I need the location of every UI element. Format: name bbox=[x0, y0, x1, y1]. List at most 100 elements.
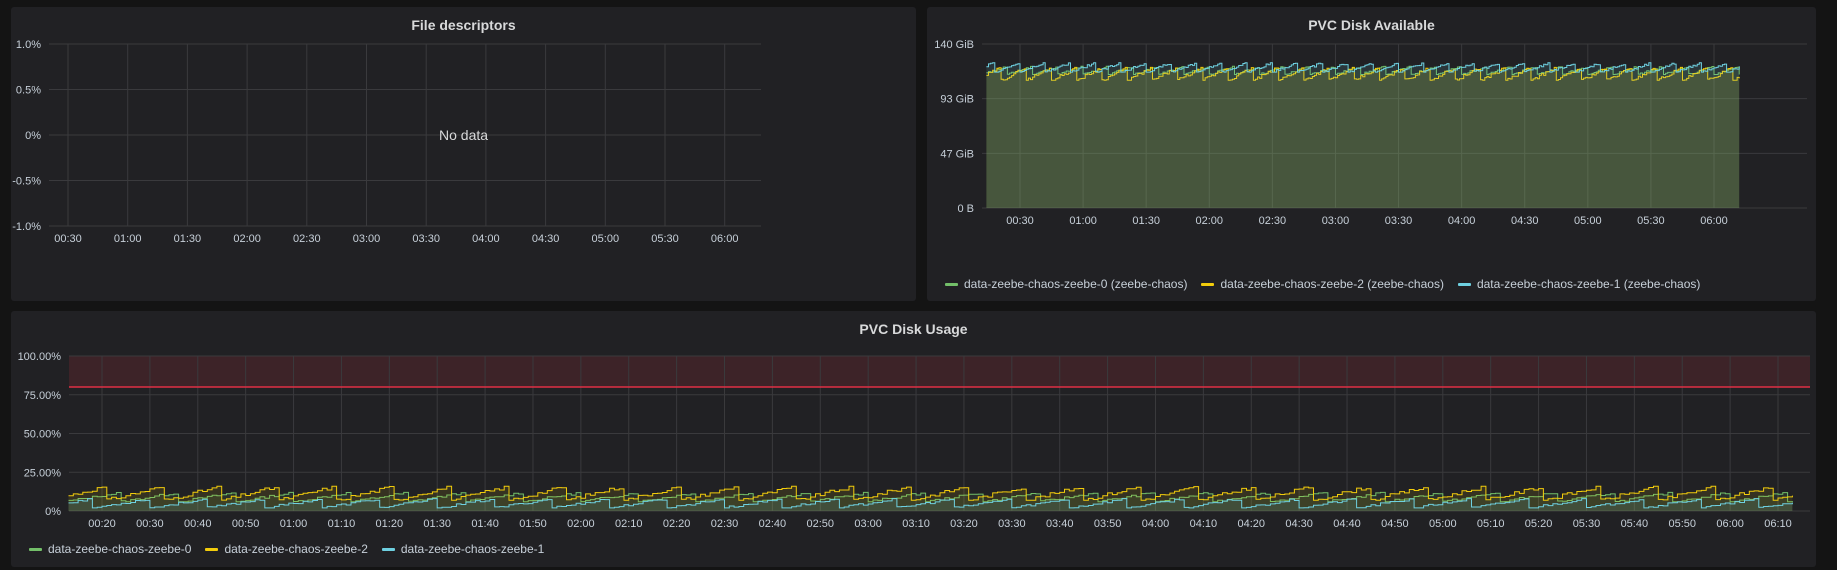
y-tick-label: 0% bbox=[45, 506, 61, 518]
threshold-band bbox=[69, 356, 1810, 387]
legend-label: data-zeebe-chaos-zeebe-0 bbox=[48, 542, 192, 556]
y-tick-label: -0.5% bbox=[12, 176, 41, 188]
x-tick-label: 03:00 bbox=[1322, 215, 1350, 227]
x-tick-label: 02:50 bbox=[807, 518, 835, 530]
x-tick-label: 06:00 bbox=[1700, 215, 1728, 227]
x-tick-label: 01:00 bbox=[114, 233, 142, 245]
legend-item[interactable]: data-zeebe-chaos-zeebe-2 bbox=[205, 542, 368, 556]
x-tick-label: 03:00 bbox=[854, 518, 882, 530]
x-tick-label: 01:30 bbox=[1132, 215, 1160, 227]
pvc-disk-usage-chart[interactable]: 100.00% 75.00% 50.00% 25.00% 0% 00:20 00:30 00:… bbox=[11, 311, 1816, 567]
x-tick-label: 02:00 bbox=[567, 518, 595, 530]
legend-swatch bbox=[29, 547, 42, 551]
x-tick-label: 02:20 bbox=[663, 518, 691, 530]
x-tick-label: 02:30 bbox=[1259, 215, 1287, 227]
legend-swatch bbox=[1201, 282, 1215, 286]
legend-swatch bbox=[381, 547, 395, 551]
x-tick-label: 00:30 bbox=[1006, 215, 1034, 227]
x-tick-label: 04:30 bbox=[532, 233, 560, 245]
x-tick-label: 04:10 bbox=[1190, 518, 1218, 530]
x-tick-label: 05:50 bbox=[1668, 518, 1696, 530]
x-tick-label: 00:30 bbox=[136, 518, 164, 530]
y-tick-label: 140 GiB bbox=[934, 39, 974, 51]
y-tick-label: 93 GiB bbox=[940, 94, 974, 106]
x-tick-label: 01:00 bbox=[280, 518, 308, 530]
x-tick-label: 02:30 bbox=[293, 233, 321, 245]
x-tick-label: 03:30 bbox=[412, 233, 440, 245]
y-tick-label: 0% bbox=[25, 130, 41, 142]
x-tick-label: 01:10 bbox=[328, 518, 356, 530]
x-tick-label: 04:20 bbox=[1237, 518, 1265, 530]
legend-swatch bbox=[1457, 282, 1471, 286]
x-tick-label: 05:00 bbox=[592, 233, 620, 245]
x-tick-label: 04:00 bbox=[1448, 215, 1476, 227]
y-tick-label: 50.00% bbox=[24, 429, 62, 441]
x-tick-label: 03:30 bbox=[998, 518, 1026, 530]
x-tick-label: 05:40 bbox=[1621, 518, 1649, 530]
no-data-message: No data bbox=[439, 127, 489, 143]
x-tick-label: 06:00 bbox=[1716, 518, 1744, 530]
x-tick-label: 04:50 bbox=[1381, 518, 1409, 530]
x-tick-label: 04:40 bbox=[1333, 518, 1361, 530]
x-tick-label: 04:30 bbox=[1285, 518, 1313, 530]
legend-item[interactable]: data-zeebe-chaos-zeebe-0 (zeebe-chaos) bbox=[945, 277, 1187, 291]
legend-swatch bbox=[945, 282, 958, 286]
legend-label: data-zeebe-chaos-zeebe-2 bbox=[224, 542, 368, 556]
pvc-disk-available-panel: PVC Disk Available 140 GiB 93 GiB 47 GiB 0 … bbox=[927, 7, 1816, 301]
x-tick-label: 03:30 bbox=[1385, 215, 1413, 227]
x-tick-label: 00:50 bbox=[232, 518, 260, 530]
x-tick-label: 00:40 bbox=[184, 518, 212, 530]
x-tick-label: 02:40 bbox=[759, 518, 787, 530]
x-tick-label: 03:20 bbox=[950, 518, 978, 530]
x-tick-label: 01:50 bbox=[519, 518, 547, 530]
x-tick-label: 03:50 bbox=[1094, 518, 1122, 530]
y-tick-label: 1.0% bbox=[16, 39, 41, 51]
x-tick-label: 04:30 bbox=[1511, 215, 1539, 227]
y-tick-label: 0.5% bbox=[16, 85, 41, 97]
x-tick-label: 05:30 bbox=[1637, 215, 1665, 227]
series-area bbox=[986, 62, 1740, 209]
file-descriptors-chart[interactable]: 1.0% 0.5% 0% -0.5% -1.0% 00:30 01:00 01:30 02:00… bbox=[11, 7, 916, 301]
legend-item[interactable]: data-zeebe-chaos-zeebe-0 bbox=[29, 542, 191, 556]
y-tick-label: 100.00% bbox=[18, 351, 62, 363]
pvc-disk-available-chart[interactable]: 140 GiB 93 GiB 47 GiB 0 B 00:30 01:00 01:30 02:… bbox=[927, 7, 1816, 301]
x-tick-label: 05:30 bbox=[651, 233, 679, 245]
x-tick-label: 02:00 bbox=[1196, 215, 1224, 227]
y-tick-label: 25.00% bbox=[24, 467, 62, 479]
y-tick-label: 47 GiB bbox=[940, 148, 974, 160]
y-tick-label: 75.00% bbox=[24, 390, 62, 402]
x-tick-label: 04:00 bbox=[1142, 518, 1170, 530]
legend-item[interactable]: data-zeebe-chaos-zeebe-1 bbox=[381, 542, 545, 556]
legend: data-zeebe-chaos-zeebe-0 (zeebe-chaos) da… bbox=[945, 277, 1700, 291]
legend-item[interactable]: data-zeebe-chaos-zeebe-2 (zeebe-chaos) bbox=[1201, 277, 1444, 291]
x-tick-label: 03:10 bbox=[902, 518, 930, 530]
file-descriptors-panel: File descriptors 1.0% 0.5% 0% -0.5% -1.0% 00:… bbox=[11, 7, 916, 301]
legend: data-zeebe-chaos-zeebe-0 data-zeebe-chaos… bbox=[29, 542, 544, 556]
x-tick-label: 05:00 bbox=[1429, 518, 1457, 530]
x-tick-label: 06:10 bbox=[1764, 518, 1792, 530]
x-tick-label: 01:30 bbox=[174, 233, 202, 245]
legend-item[interactable]: data-zeebe-chaos-zeebe-1 (zeebe-chaos) bbox=[1457, 277, 1701, 291]
x-tick-label: 06:00 bbox=[711, 233, 739, 245]
x-tick-label: 05:00 bbox=[1574, 215, 1602, 227]
x-tick-label: 01:20 bbox=[376, 518, 404, 530]
x-tick-label: 03:40 bbox=[1046, 518, 1074, 530]
x-tick-label: 05:30 bbox=[1573, 518, 1601, 530]
x-tick-label: 00:20 bbox=[88, 518, 116, 530]
pvc-disk-usage-panel: PVC Disk Usage 100.00% 75.00% 50.00% 25.00%… bbox=[11, 311, 1816, 567]
x-tick-label: 01:30 bbox=[423, 518, 451, 530]
x-tick-label: 04:00 bbox=[472, 233, 500, 245]
legend-swatch bbox=[205, 547, 219, 551]
legend-label: data-zeebe-chaos-zeebe-1 (zeebe-chaos) bbox=[1476, 277, 1701, 291]
x-tick-label: 05:10 bbox=[1477, 518, 1505, 530]
x-tick-label: 00:30 bbox=[54, 233, 82, 245]
legend-label: data-zeebe-chaos-zeebe-2 (zeebe-chaos) bbox=[1220, 277, 1444, 291]
x-tick-label: 02:00 bbox=[233, 233, 261, 245]
legend-label: data-zeebe-chaos-zeebe-1 bbox=[400, 542, 545, 556]
y-tick-label: -1.0% bbox=[12, 221, 41, 233]
x-tick-label: 02:10 bbox=[615, 518, 643, 530]
x-tick-label: 02:30 bbox=[711, 518, 739, 530]
legend-label: data-zeebe-chaos-zeebe-0 (zeebe-chaos) bbox=[964, 277, 1188, 291]
x-tick-label: 05:20 bbox=[1525, 518, 1553, 530]
x-tick-label: 01:40 bbox=[471, 518, 499, 530]
